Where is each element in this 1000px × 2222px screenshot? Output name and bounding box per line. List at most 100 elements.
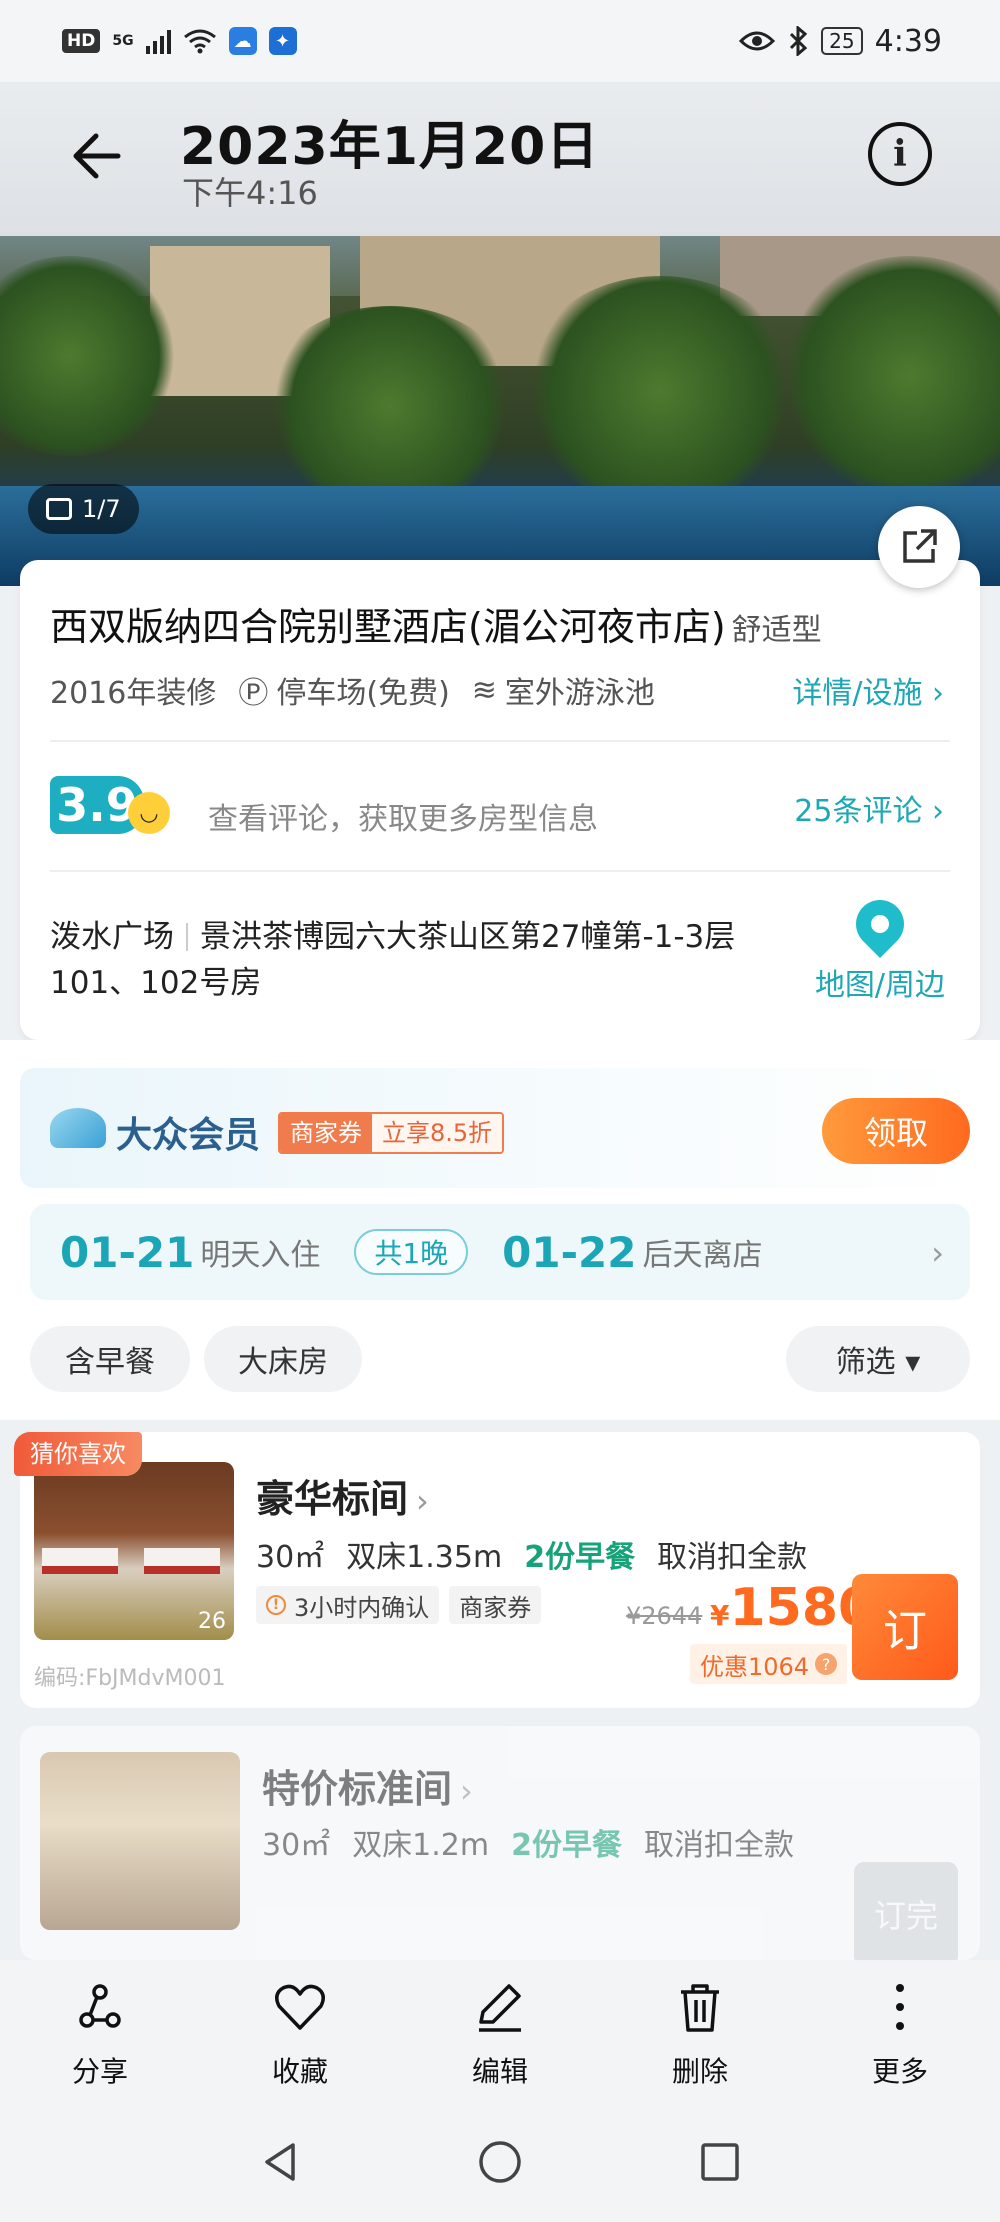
currency-symbol: ¥ — [710, 1599, 730, 1632]
emoji-face-icon: ◡ — [128, 792, 170, 834]
back-button[interactable] — [68, 126, 128, 186]
pool-facility: ≋ 室外游泳池 — [472, 668, 655, 712]
edit-label: 编辑 — [471, 2055, 528, 2088]
delete-label: 删除 — [671, 2055, 728, 2088]
hotel-name-text: 西双版纳四合院别墅酒店(湄公河夜市店) — [50, 605, 726, 649]
more-label: 更多 — [871, 2055, 928, 2088]
book-button[interactable]: 订 — [852, 1574, 958, 1680]
confirm-tag: ! 3小时内确认 — [256, 1586, 440, 1624]
facilities-row: 2016年装修 Ⓟ 停车场(免费) ≋ 室外游泳池 — [50, 668, 655, 712]
share-button[interactable]: 分享 — [30, 1976, 170, 2090]
share-external-button[interactable] — [878, 506, 960, 588]
date-selector[interactable]: 01-21 明天入住 共1晚 01-22 后天离店 › — [30, 1204, 970, 1300]
discount-label: 优惠1064 — [700, 1652, 810, 1681]
edit-button[interactable]: 编辑 — [430, 1976, 570, 2090]
share-label: 分享 — [71, 2055, 128, 2088]
filter-bigbed-chip[interactable]: 大床房 — [204, 1326, 362, 1392]
page-subtitle: 下午4:16 — [182, 174, 318, 212]
room-tags: ! 3小时内确认 商家券 — [256, 1586, 542, 1624]
battery-indicator: 25 — [821, 27, 863, 55]
checkout-date: 01-22 — [502, 1227, 637, 1277]
divider — [50, 870, 950, 872]
room-name[interactable]: 豪华标间 › — [256, 1468, 429, 1523]
member-title: 大众会员 — [116, 1115, 261, 1156]
claim-coupon-button[interactable]: 领取 — [822, 1098, 970, 1164]
checkout-label: 后天离店 — [642, 1238, 763, 1273]
delete-button[interactable]: 删除 — [630, 1976, 770, 2090]
map-nearby-button[interactable]: 地图/周边 — [810, 890, 950, 1004]
status-right: 25 4:39 — [739, 24, 942, 59]
room-breakfast: 2份早餐 — [511, 1828, 622, 1863]
more-button[interactable]: 更多 — [830, 1976, 970, 2090]
favorite-label: 收藏 — [271, 2055, 328, 2088]
room-bed: 双床1.2m — [352, 1828, 490, 1863]
renovation-year: 2016年装修 — [50, 676, 217, 711]
photo-bed — [144, 1548, 220, 1574]
coupon-discount: 立享8.5折 — [372, 1114, 503, 1152]
hotel-info-card: 西双版纳四合院别墅酒店(湄公河夜市店) 舒适型 2016年装修 Ⓟ 停车场(免费) … — [20, 560, 980, 1040]
lightbulb-app-icon: ✦ — [268, 27, 297, 55]
share-icon — [79, 1984, 121, 2028]
map-nearby-label: 地图/周边 — [814, 968, 946, 1003]
info-button[interactable]: i — [868, 122, 932, 186]
image-icon — [46, 498, 72, 520]
parking-facility: Ⓟ 停车场(免费) — [238, 668, 449, 712]
room-area: 30㎡ — [256, 1540, 325, 1575]
header: 2023年1月20日 下午4:16 i — [0, 82, 1000, 236]
status-left: HD 5G ☁ ✦ — [62, 27, 297, 55]
trash-icon — [681, 1984, 719, 2032]
coupon-tag: 商家券 — [449, 1586, 542, 1624]
chevron-right-icon: › — [931, 1234, 944, 1272]
triangle-back-icon — [265, 2143, 295, 2181]
room-name[interactable]: 特价标准间 › — [262, 1758, 473, 1813]
signal-icon — [145, 28, 171, 54]
merchant-coupon-tag: 商家券 立享8.5折 — [278, 1112, 505, 1154]
swimming-icon: ≋ — [471, 672, 497, 708]
recommend-tag: 猜你喜欢 — [14, 1432, 142, 1476]
confirm-tag-label: 3小时内确认 — [294, 1593, 430, 1622]
nav-back-button[interactable] — [255, 2137, 305, 2191]
address-separator — [186, 923, 188, 951]
room-price: ¥1580 — [710, 1578, 874, 1638]
network-indicator: 5G — [112, 33, 134, 49]
member-banner: 大众会员 商家券 立享8.5折 领取 — [20, 1068, 980, 1188]
photo-index: 1/7 — [82, 495, 121, 523]
chevron-right-icon: › — [416, 1482, 429, 1520]
room-photo[interactable]: 26 — [34, 1462, 234, 1640]
hotel-photo[interactable] — [0, 236, 1000, 586]
filter-button[interactable]: 筛选 ▾ — [786, 1326, 970, 1392]
photo-bed — [42, 1548, 118, 1574]
sold-out-button: 订完 — [854, 1862, 958, 1966]
room-cancel-policy: 取消扣全款 — [657, 1540, 808, 1575]
room-name-text: 豪华标间 — [256, 1477, 409, 1521]
room-specs: 30㎡ 双床1.35m 2份早餐 取消扣全款 — [256, 1532, 807, 1576]
filter-breakfast-chip[interactable]: 含早餐 — [30, 1326, 190, 1392]
room-card[interactable]: 26 猜你喜欢 豪华标间 › 30㎡ 双床1.35m 2份早餐 取消扣全款 ! 3小… — [14, 1432, 980, 1708]
details-facilities-link[interactable]: 详情/设施 › — [792, 668, 944, 712]
status-bar: HD 5G ☁ ✦ 25 4:39 — [0, 0, 1000, 82]
external-share-icon — [903, 529, 937, 563]
heart-icon — [275, 1984, 325, 2030]
photo-tree — [260, 306, 520, 506]
room-name-text: 特价标准间 — [262, 1767, 453, 1811]
nav-recents-button[interactable] — [695, 2137, 745, 2191]
eye-icon — [739, 31, 776, 51]
hotel-type: 舒适型 — [731, 613, 822, 648]
discount-badge[interactable]: 优惠1064? — [690, 1644, 848, 1684]
photo-counter[interactable]: 1/7 — [28, 484, 139, 534]
room-cancel-policy: 取消扣全款 — [644, 1828, 794, 1863]
system-navigation-bar — [0, 2106, 1000, 2222]
reviews-link[interactable]: 25条评论 › — [794, 786, 944, 830]
nav-home-button[interactable] — [475, 2137, 525, 2191]
hotel-address: 泼水广场 景洪茶博园六大茶山区第27幢第-1-3层101、102号房 — [50, 914, 810, 1006]
location-pin-icon — [846, 890, 914, 958]
hd-indicator: HD — [62, 29, 101, 53]
review-hint[interactable]: 查看评论，获取更多房型信息 — [208, 794, 598, 838]
favorite-button[interactable]: 收藏 — [230, 1976, 370, 2090]
nights-count: 共1晚 — [354, 1229, 469, 1275]
room-card[interactable]: 特价标准间 › 30㎡ 双床1.2m 2份早餐 取消扣全款 订完 — [20, 1726, 980, 1966]
room-photo[interactable] — [40, 1752, 240, 1930]
bottom-toolbar: 分享 收藏 编辑 删除 更多 — [0, 1960, 1000, 2106]
alert-icon: ! — [266, 1595, 286, 1615]
room-specs: 30㎡ 双床1.2m 2份早餐 取消扣全款 — [262, 1820, 794, 1864]
